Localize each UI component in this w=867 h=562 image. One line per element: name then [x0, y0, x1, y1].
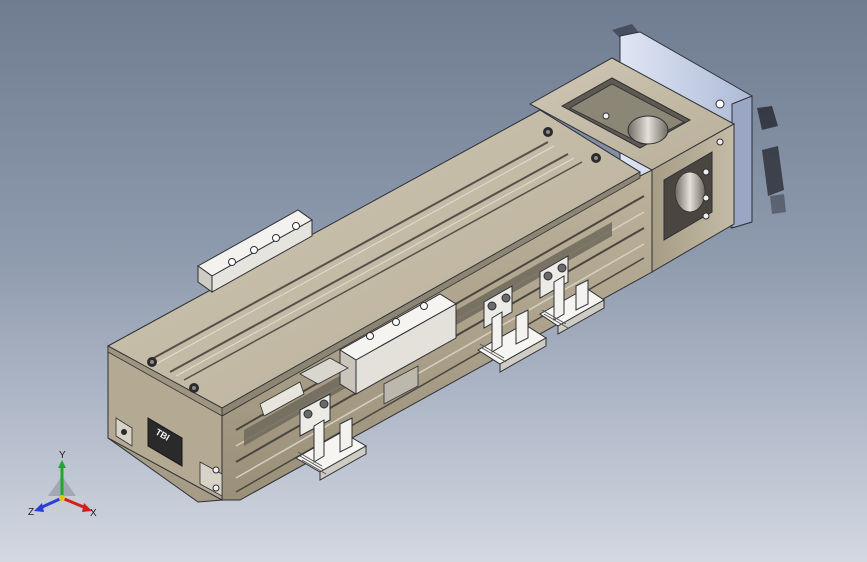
z-axis-label: Z — [28, 507, 34, 518]
view-triad[interactable]: Y X Z — [28, 450, 97, 519]
graphics-viewport[interactable]: TBI Y X Z — [0, 0, 867, 562]
y-axis-label: Y — [59, 450, 66, 461]
linear-actuator-model[interactable]: TBI Y X Z — [0, 0, 867, 562]
x-axis-label: X — [90, 508, 97, 519]
